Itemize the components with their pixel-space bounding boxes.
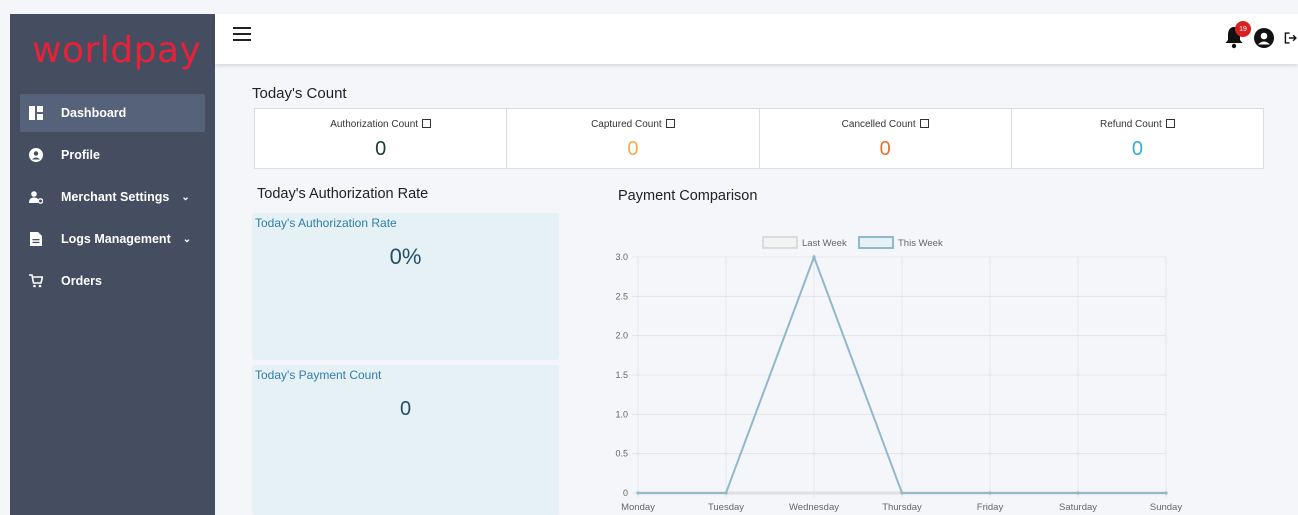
top-icons: 19 [1224, 21, 1298, 51]
info-icon[interactable] [665, 119, 675, 128]
user-account-icon[interactable] [1254, 28, 1274, 48]
sidebar-item-orders[interactable]: Orders [10, 260, 215, 302]
x-tick-label: Monday [621, 502, 655, 513]
sidebar-item-label: Orders [61, 274, 102, 288]
top-navbar: 19 [215, 14, 1298, 64]
cancelled-count-card: Cancelled Count 0 [760, 109, 1012, 168]
sign-out-icon[interactable] [1284, 28, 1298, 48]
sidebar-item-label: Profile [61, 148, 100, 162]
count-cards-row: Authorization Count 0 Captured Count 0 C… [254, 108, 1264, 169]
sidebar-item-label: Logs Management [61, 232, 171, 246]
auth-rate-value: 0% [389, 244, 422, 269]
chevron-down-icon: ⌄ [181, 191, 190, 203]
file-icon [28, 231, 44, 247]
authorization-count-card: Authorization Count 0 [255, 109, 508, 168]
todays-count-title: Today's Count [252, 85, 347, 102]
main-content: Today's Count Authorization Count 0 Capt… [215, 64, 1298, 515]
payment-comparison-title: Payment Comparison [618, 188, 758, 204]
card-value: 0 [375, 138, 387, 160]
user-circle-icon [28, 147, 44, 163]
card-label: Refund Count [1100, 119, 1162, 130]
y-tick-label: 2.0 [615, 331, 628, 341]
users-cog-icon [28, 189, 44, 205]
data-point [1076, 491, 1080, 495]
card-label: Captured Count [591, 119, 662, 130]
data-point [988, 491, 992, 495]
y-tick-label: 3.0 [615, 252, 628, 262]
app: worldpay Dashboard Profile Merchant Sett… [0, 0, 1298, 515]
legend-label: Last Week [802, 238, 847, 249]
sidebar-item-label: Dashboard [61, 106, 127, 120]
card-label: Cancelled Count [841, 119, 916, 130]
y-tick-label: 1.5 [615, 370, 628, 380]
worldpay-logo[interactable]: worldpay [10, 14, 215, 86]
payment-count-box: Today's Payment Count 0 [252, 365, 559, 515]
data-point [812, 491, 816, 495]
line-chart: 0 0.5 1.0 1.5 2.0 2.5 3.0 Monday Tuesday Wednesda… [615, 236, 1182, 513]
data-point [1164, 491, 1168, 495]
sidebar-item-label: Merchant Settings [61, 190, 170, 204]
notification-badge: 19 [1235, 21, 1251, 37]
dashboard-icon [28, 105, 44, 121]
sidebar-item-profile[interactable]: Profile [10, 134, 215, 176]
info-icon[interactable] [1165, 119, 1175, 128]
x-tick-label: Sunday [1150, 502, 1182, 513]
payment-count-value: 0 [399, 398, 412, 420]
y-tick-label: 2.5 [615, 291, 628, 301]
x-tick-label: Wednesday [789, 502, 839, 513]
auth-rate-label: Today's Authorization Rate [255, 216, 397, 230]
sidebar-item-merchant-settings[interactable]: Merchant Settings ⌄ [10, 176, 215, 218]
captured-count-card: Captured Count 0 [507, 109, 760, 168]
legend-label: This Week [898, 238, 943, 249]
chevron-down-icon: ⌄ [182, 233, 192, 245]
y-tick-label: 1.0 [615, 409, 628, 419]
data-point [812, 255, 816, 259]
x-tick-label: Thursday [882, 502, 922, 513]
notifications-button[interactable]: 19 [1224, 21, 1251, 51]
data-point [724, 491, 728, 495]
x-tick-label: Friday [977, 502, 1004, 513]
card-value: 0 [879, 138, 891, 160]
refund-count-card: Refund Count 0 [1012, 109, 1263, 168]
card-label: Authorization Count [330, 119, 419, 130]
auth-rate-box: Today's Authorization Rate 0% [252, 213, 559, 360]
cart-icon [28, 273, 44, 289]
y-tick-label: 0.5 [615, 449, 628, 459]
legend-swatch [858, 236, 894, 249]
y-tick-label: 0 [623, 488, 628, 498]
card-value: 0 [627, 138, 639, 160]
legend-swatch [762, 236, 798, 249]
info-icon[interactable] [422, 119, 432, 128]
info-icon[interactable] [919, 119, 929, 128]
data-point [636, 491, 640, 495]
hamburger-menu-icon[interactable] [233, 27, 251, 43]
data-point [900, 491, 904, 495]
sidebar: worldpay Dashboard Profile Merchant Sett… [10, 14, 215, 515]
payment-comparison-chart: 0 0.5 1.0 1.5 2.0 2.5 3.0 Monday Tuesday Wednesda… [575, 232, 1195, 515]
payment-count-label: Today's Payment Count [255, 368, 382, 382]
auth-rate-title: Today's Authorization Rate [257, 186, 429, 202]
sidebar-item-logs-management[interactable]: Logs Management ⌄ [10, 218, 215, 260]
x-tick-label: Tuesday [708, 502, 744, 513]
x-tick-label: Saturday [1059, 502, 1097, 513]
sidebar-item-dashboard[interactable]: Dashboard [20, 94, 205, 132]
card-value: 0 [1131, 138, 1143, 160]
